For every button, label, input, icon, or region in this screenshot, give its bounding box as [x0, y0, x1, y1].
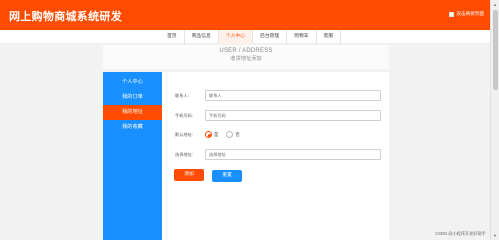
reset-button[interactable]: 重置 — [212, 170, 242, 182]
contact-input[interactable]: 联系人 — [205, 90, 381, 101]
nav-admin[interactable]: 后台管理 — [253, 30, 288, 44]
address-select[interactable]: 选择地址 — [205, 149, 381, 160]
default-row: 默认地址: 是 否 — [175, 131, 248, 138]
sidebar: 个人中心 我的订单 我的地址 我的收藏 — [103, 72, 162, 240]
site-title: 网上购物商城系统研发 — [9, 11, 122, 23]
refresh-checkbox[interactable] — [449, 11, 455, 17]
phone-input[interactable]: 手机号码 — [205, 110, 381, 121]
sidebar-item-addresses[interactable]: 我的地址 — [103, 105, 162, 120]
nav-personal-center[interactable]: 个人中心 — [218, 30, 254, 44]
address-form: 联系人: 联系人 手机号码: 手机号码 默认地址: 是 否 选择地址: 选择地址… — [162, 72, 389, 240]
top-navbar: 首页 商品信息 个人中心 后台管理 购物车 客服 — [0, 30, 490, 44]
sidebar-item-orders[interactable]: 我的订单 — [103, 90, 162, 105]
default-radio-group: 是 否 — [205, 131, 248, 138]
vertical-scrollbar[interactable]: ▲ ▼ — [490, 0, 499, 240]
nav-products[interactable]: 商品信息 — [185, 30, 219, 44]
radio-yes-label: 是 — [214, 131, 219, 137]
radio-no[interactable] — [226, 131, 234, 138]
scroll-down-icon[interactable]: ▼ — [493, 233, 497, 238]
sidebar-item-favorites[interactable]: 我的收藏 — [103, 120, 162, 135]
watermark: CSDN @小程序开发好帮手 — [435, 231, 486, 236]
phone-row: 手机号码: 手机号码 — [175, 110, 381, 121]
section-title-en: USER / ADDRESS — [219, 48, 273, 54]
phone-label: 手机号码: — [175, 112, 193, 118]
refresh-label: 双击刷新页面 — [456, 11, 484, 16]
header-refresh-control[interactable]: 双击刷新页面 — [449, 11, 484, 17]
nav-home[interactable]: 首页 — [160, 30, 185, 44]
section-header: USER / ADDRESS 收货地址添加 — [103, 45, 389, 69]
scroll-thumb[interactable] — [493, 10, 498, 90]
nav-cart[interactable]: 购物车 — [287, 30, 317, 44]
scroll-up-icon[interactable]: ▲ — [493, 2, 497, 7]
contact-row: 联系人: 联系人 — [175, 90, 381, 101]
address-row: 选择地址: 选择地址 — [175, 149, 381, 160]
default-label: 默认地址: — [175, 131, 193, 137]
radio-yes[interactable] — [205, 131, 212, 138]
nav-service[interactable]: 客服 — [317, 30, 342, 44]
sidebar-item-personal-center[interactable]: 个人中心 — [103, 75, 162, 90]
radio-no-label: 否 — [235, 131, 240, 137]
section-title-cn: 收货地址添加 — [230, 56, 262, 62]
site-header: 网上购物商城系统研发 双击刷新页面 — [0, 0, 490, 30]
contact-label: 联系人: — [175, 92, 189, 98]
add-button[interactable]: 添加 — [174, 169, 204, 181]
address-label: 选择地址: — [175, 151, 193, 157]
